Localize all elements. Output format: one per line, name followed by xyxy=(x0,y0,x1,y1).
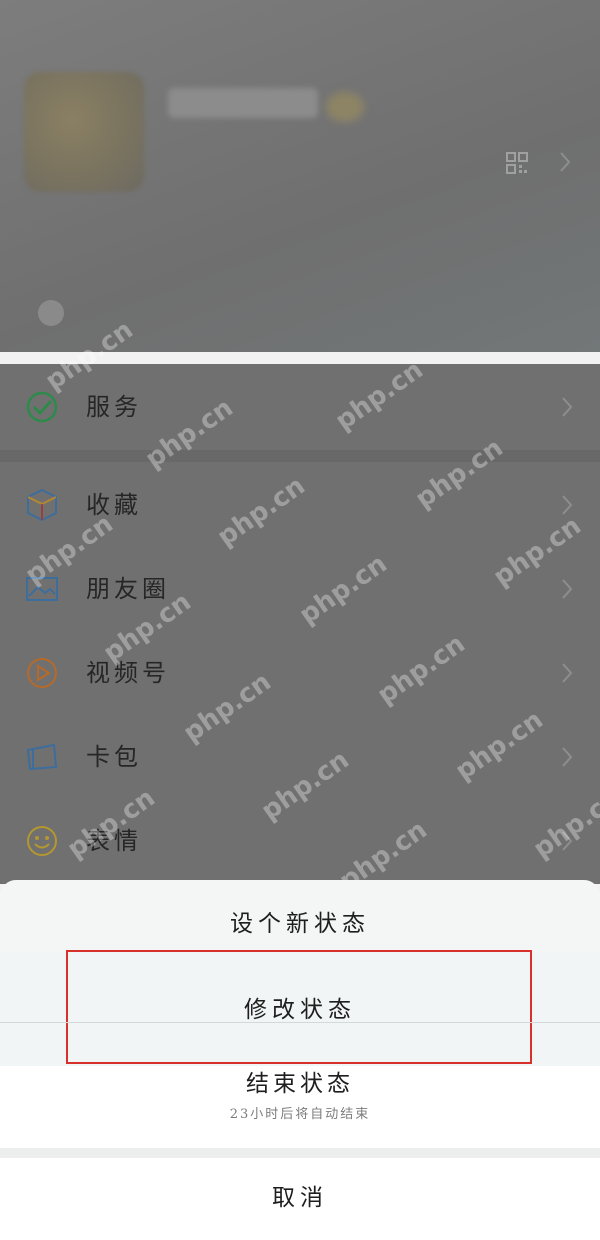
menu-item-moments[interactable]: 朋友圈 xyxy=(0,546,600,632)
wechat-pay-icon xyxy=(26,391,58,423)
end-status-label: 结束状态 xyxy=(246,1071,354,1097)
menu-label-channels: 视频号 xyxy=(86,659,170,687)
menu-item-services[interactable]: 服务 xyxy=(0,364,600,450)
avatar[interactable] xyxy=(24,72,144,192)
divider xyxy=(0,1022,600,1023)
qr-code-icon[interactable] xyxy=(506,152,528,174)
menu-item-stickers[interactable]: 表情 xyxy=(0,798,600,884)
chevron-right-icon xyxy=(562,579,573,599)
end-status-option[interactable]: 结束状态 23小时后将自动结束 xyxy=(0,1066,600,1156)
nickname-badge-blurred xyxy=(326,92,364,122)
profile-header xyxy=(0,0,600,352)
add-status-icon[interactable] xyxy=(38,300,64,326)
highlight-annotation xyxy=(66,950,532,1064)
set-new-status-option[interactable]: 设个新状态 xyxy=(0,900,600,948)
chevron-right-icon xyxy=(562,495,573,515)
menu-label-favorites: 收藏 xyxy=(86,491,142,519)
menu-label-cards: 卡包 xyxy=(86,743,142,771)
section-divider xyxy=(0,1148,600,1158)
end-status-hint: 23小时后将自动结束 xyxy=(229,1107,371,1122)
chevron-right-icon xyxy=(562,747,573,767)
menu-item-cards[interactable]: 卡包 xyxy=(0,714,600,800)
channels-play-icon xyxy=(27,658,57,688)
sticker-smile-icon xyxy=(27,826,57,856)
menu-label-moments: 朋友圈 xyxy=(86,575,170,603)
menu-label-services: 服务 xyxy=(86,393,142,421)
chevron-right-icon xyxy=(562,663,573,683)
cancel-button[interactable]: 取消 xyxy=(0,1158,600,1240)
card-wallet-icon xyxy=(26,743,58,771)
menu-item-favorites[interactable]: 收藏 xyxy=(0,462,600,548)
menu-label-stickers: 表情 xyxy=(86,827,142,855)
moments-picture-icon xyxy=(26,577,58,601)
chevron-right-icon xyxy=(562,397,573,417)
chevron-right-icon xyxy=(560,152,571,172)
chevron-right-icon xyxy=(562,831,573,851)
section-divider xyxy=(0,450,600,462)
menu-item-channels[interactable]: 视频号 xyxy=(0,630,600,716)
nickname-blurred xyxy=(168,88,318,118)
favorites-cube-icon xyxy=(27,488,57,522)
status-action-sheet: 设个新状态 修改状态 结束状态 23小时后将自动结束 取消 xyxy=(0,880,600,1240)
